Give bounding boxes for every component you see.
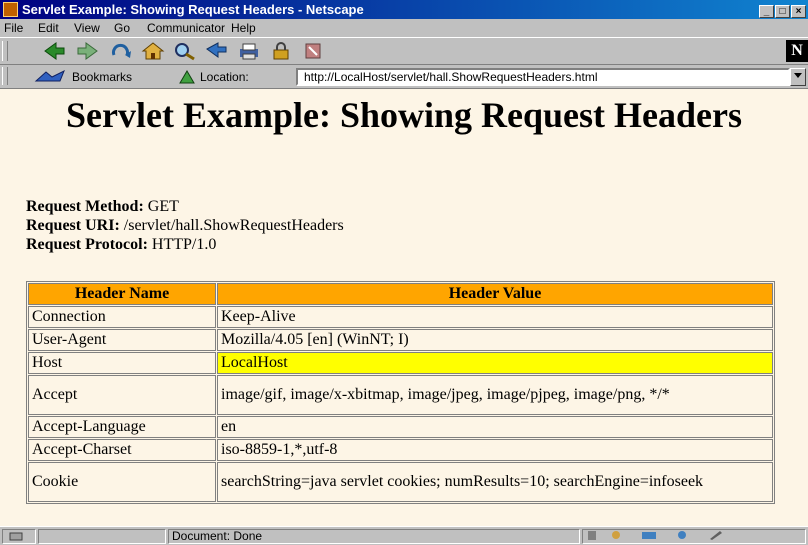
close-button[interactable]: × bbox=[791, 5, 806, 18]
chevron-down-icon bbox=[794, 73, 802, 78]
header-name-cell: Host bbox=[28, 352, 216, 374]
header-value-cell: searchString=java servlet cookies; numRe… bbox=[217, 462, 773, 502]
forward-icon[interactable] bbox=[74, 41, 100, 61]
menu-go[interactable]: Go bbox=[114, 21, 130, 35]
uri-label: Request URI: bbox=[26, 217, 120, 234]
header-name-cell: Accept-Charset bbox=[28, 439, 216, 461]
guide-icon[interactable] bbox=[204, 41, 230, 61]
stop-icon[interactable] bbox=[300, 41, 326, 61]
header-name-cell: Connection bbox=[28, 306, 216, 328]
table-row: Accept-Language en bbox=[28, 416, 773, 438]
component-bar bbox=[582, 529, 806, 544]
header-value-cell: Mozilla/4.05 [en] (WinNT; I) bbox=[217, 329, 773, 351]
header-name-cell: Accept-Language bbox=[28, 416, 216, 438]
location-toolbar: Bookmarks Location: http://LocalHost/ser… bbox=[0, 65, 808, 89]
menu-help[interactable]: Help bbox=[231, 21, 256, 35]
menu-view[interactable]: View bbox=[74, 21, 100, 35]
status-text: Document: Done bbox=[168, 529, 580, 544]
menu-bar: File Edit View Go Communicator Help bbox=[0, 19, 808, 37]
url-input[interactable]: http://LocalHost/servlet/hall.ShowReques… bbox=[296, 68, 790, 86]
location-label: Location: bbox=[200, 70, 249, 84]
navigation-toolbar: N bbox=[0, 37, 808, 65]
menu-edit[interactable]: Edit bbox=[38, 21, 59, 35]
discussion-icon bbox=[678, 531, 686, 539]
mail-icon bbox=[642, 532, 656, 539]
uri-value: /servlet/hall.ShowRequestHeaders bbox=[123, 217, 344, 234]
home-icon[interactable] bbox=[140, 41, 166, 61]
navigator-icon bbox=[612, 531, 620, 539]
progress-bar bbox=[38, 529, 166, 544]
security-status-icon[interactable] bbox=[2, 529, 36, 544]
minimize-button[interactable]: _ bbox=[759, 5, 774, 18]
page-content: Servlet Example: Showing Request Headers… bbox=[0, 89, 808, 526]
menu-communicator[interactable]: Communicator bbox=[147, 21, 225, 35]
composer-icon bbox=[710, 531, 722, 540]
table-row: Accept-Charset iso-8859-1,*,utf-8 bbox=[28, 439, 773, 461]
table-header-row: Header Name Header Value bbox=[28, 283, 773, 305]
bookmarks-icon[interactable] bbox=[34, 69, 68, 88]
page-heading: Servlet Example: Showing Request Headers bbox=[66, 95, 742, 135]
maximize-button[interactable]: □ bbox=[775, 5, 790, 18]
search-icon[interactable] bbox=[172, 41, 198, 61]
toolbar-grip[interactable] bbox=[2, 41, 8, 61]
netscape-logo[interactable]: N bbox=[786, 40, 808, 62]
security-icon[interactable] bbox=[268, 41, 294, 61]
print-icon[interactable] bbox=[236, 41, 262, 61]
url-dropdown-button[interactable] bbox=[790, 68, 806, 86]
header-value-cell: Keep-Alive bbox=[217, 306, 773, 328]
header-value-cell: en bbox=[217, 416, 773, 438]
column-header-value: Header Value bbox=[217, 283, 773, 305]
header-name-cell: User-Agent bbox=[28, 329, 216, 351]
table-row: Connection Keep-Alive bbox=[28, 306, 773, 328]
header-name-cell: Accept bbox=[28, 375, 216, 415]
protocol-label: Request Protocol: bbox=[26, 236, 148, 253]
table-row: Host LocalHost bbox=[28, 352, 773, 374]
menu-file[interactable]: File bbox=[4, 21, 23, 35]
reload-icon[interactable] bbox=[108, 41, 134, 61]
column-header-name: Header Name bbox=[28, 283, 216, 305]
back-icon[interactable] bbox=[42, 41, 68, 61]
location-grip[interactable] bbox=[2, 67, 8, 85]
window-title: Servlet Example: Showing Request Headers… bbox=[22, 2, 364, 17]
header-value-cell: image/gif, image/x-xbitmap, image/jpeg, … bbox=[217, 375, 773, 415]
title-bar: Servlet Example: Showing Request Headers… bbox=[0, 0, 808, 19]
table-row: User-Agent Mozilla/4.05 [en] (WinNT; I) bbox=[28, 329, 773, 351]
status-bar: Document: Done bbox=[0, 526, 808, 545]
method-value: GET bbox=[147, 198, 179, 215]
header-value-cell: iso-8859-1,*,utf-8 bbox=[217, 439, 773, 461]
method-label: Request Method: bbox=[26, 198, 144, 215]
table-row: Cookie searchString=java servlet cookies… bbox=[28, 462, 773, 502]
window-controls: _ □ × bbox=[758, 2, 806, 18]
request-info: Request Method: GET Request URI: /servle… bbox=[26, 197, 344, 254]
protocol-value: HTTP/1.0 bbox=[151, 236, 217, 253]
table-row: Accept image/gif, image/x-xbitmap, image… bbox=[28, 375, 773, 415]
location-page-icon[interactable] bbox=[178, 69, 196, 88]
header-name-cell: Cookie bbox=[28, 462, 216, 502]
header-value-cell-highlighted: LocalHost bbox=[217, 352, 773, 374]
headers-table: Header Name Header Value Connection Keep… bbox=[26, 281, 775, 504]
bookmarks-button[interactable]: Bookmarks bbox=[72, 70, 132, 84]
netscape-app-icon[interactable] bbox=[3, 2, 18, 17]
